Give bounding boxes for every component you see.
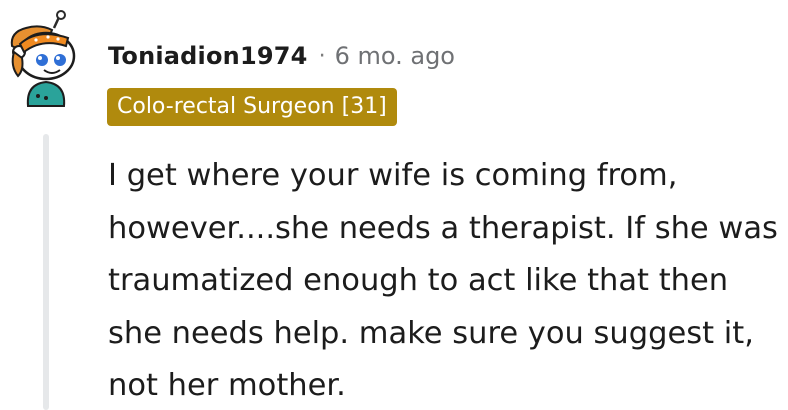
separator-dot: · (318, 43, 326, 69)
comment-timestamp[interactable]: 6 mo. ago (335, 42, 455, 70)
snoo-avatar-icon (10, 10, 76, 107)
comment: Toniadion1974 · 6 mo. ago Colo-rectal Su… (0, 0, 788, 410)
user-flair-badge: Colo-rectal Surgeon [31] (107, 88, 397, 126)
user-avatar[interactable] (8, 10, 86, 120)
comment-body: I get where your wife is coming from, ho… (108, 158, 778, 403)
thread-line[interactable] (43, 134, 49, 410)
username-link[interactable]: Toniadion1974 (108, 42, 308, 70)
comment-header: Toniadion1974 · 6 mo. ago (108, 38, 455, 74)
